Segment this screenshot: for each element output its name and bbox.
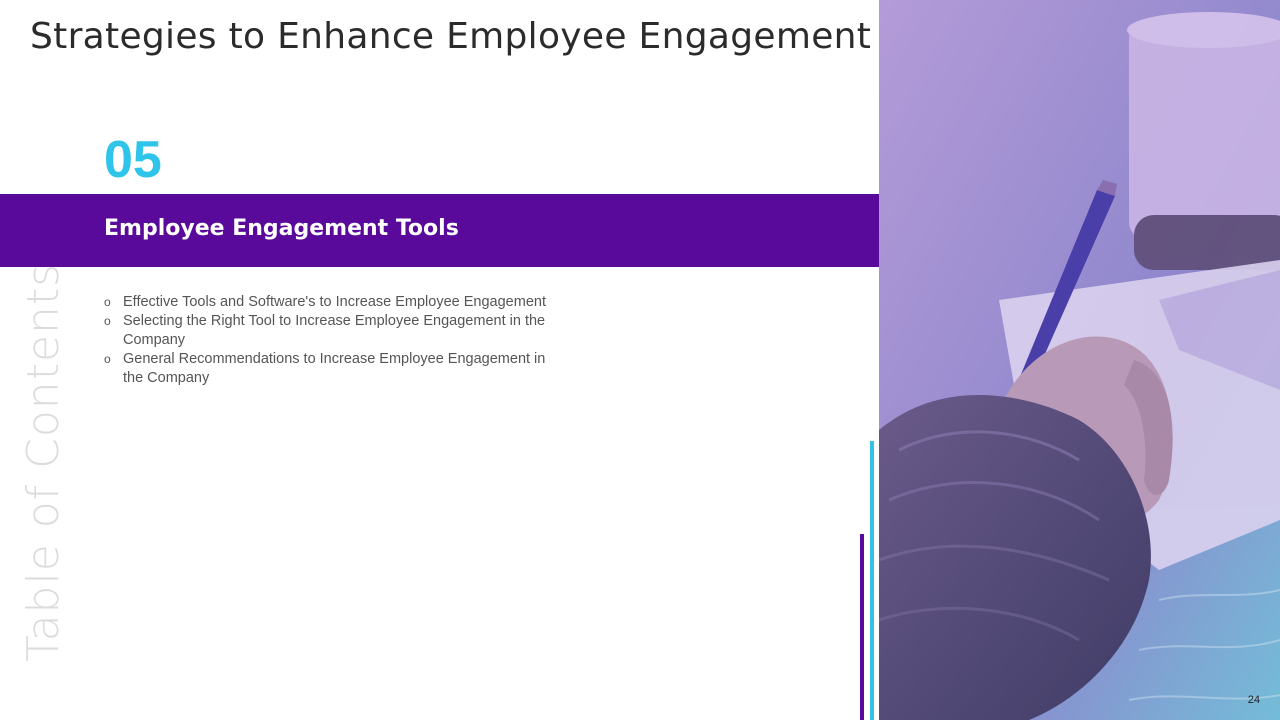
photo-illustration (879, 0, 1280, 720)
bullet-marker: o (104, 352, 111, 366)
accent-line-purple (860, 534, 864, 720)
list-item: o Selecting the Right Tool to Increase E… (104, 312, 564, 350)
page-number: 24 (1247, 694, 1260, 706)
bullet-marker: o (104, 314, 111, 328)
list-item: o General Recommendations to Increase Em… (104, 350, 564, 388)
list-item-text: General Recommendations to Increase Empl… (123, 351, 546, 386)
section-number: 05 (104, 131, 162, 189)
mug (1127, 12, 1280, 270)
list-item-text: Effective Tools and Software's to Increa… (123, 294, 546, 310)
section-topic-list: o Effective Tools and Software's to Incr… (104, 293, 564, 388)
section-heading: Employee Engagement Tools (104, 216, 459, 241)
list-item-text: Selecting the Right Tool to Increase Emp… (123, 313, 546, 348)
section-banner: Employee Engagement Tools (0, 194, 879, 267)
hand-writing-photo (879, 0, 1280, 720)
side-label: Table of Contents (18, 262, 69, 662)
bullet-marker: o (104, 295, 111, 309)
accent-line-cyan (870, 441, 874, 720)
list-item: o Effective Tools and Software's to Incr… (104, 293, 564, 312)
slide-title: Strategies to Enhance Employee Engagemen… (30, 16, 872, 57)
